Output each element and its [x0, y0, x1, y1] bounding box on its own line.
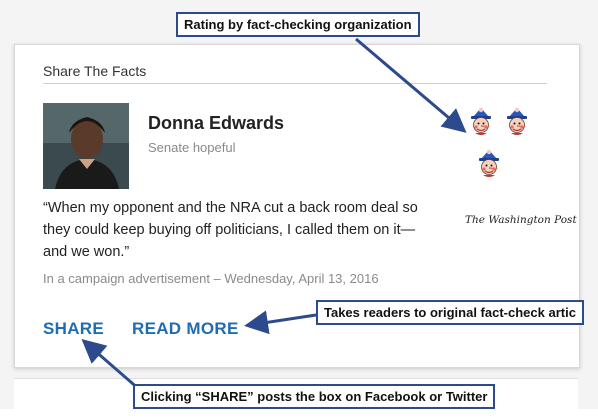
rating-callout: Rating by fact-checking organization — [176, 12, 420, 37]
share-callout: Clicking “SHARE” posts the box on Facebo… — [133, 384, 496, 409]
pinocchio-icon — [467, 107, 495, 137]
rating-pinocchios — [467, 107, 527, 187]
title-divider — [43, 83, 547, 84]
person-name: Donna Edwards — [148, 113, 285, 133]
pinocchio-icon — [475, 149, 503, 179]
publisher-logo: The Washington Post — [465, 214, 577, 226]
read-more-callout: Takes readers to original fact-check art… — [316, 300, 584, 325]
card-title: Share The Facts — [43, 63, 147, 79]
avatar — [43, 103, 129, 189]
pinocchio-icon — [503, 107, 531, 137]
portrait-image — [43, 103, 129, 189]
share-button[interactable]: SHARE — [43, 319, 104, 339]
claim-quote: “When my opponent and the NRA cut a back… — [43, 200, 418, 260]
claim-source: In a campaign advertisement – Wednesday,… — [43, 271, 379, 286]
person-role: Senate hopeful — [148, 140, 236, 155]
read-more-button[interactable]: READ MORE — [132, 319, 239, 339]
